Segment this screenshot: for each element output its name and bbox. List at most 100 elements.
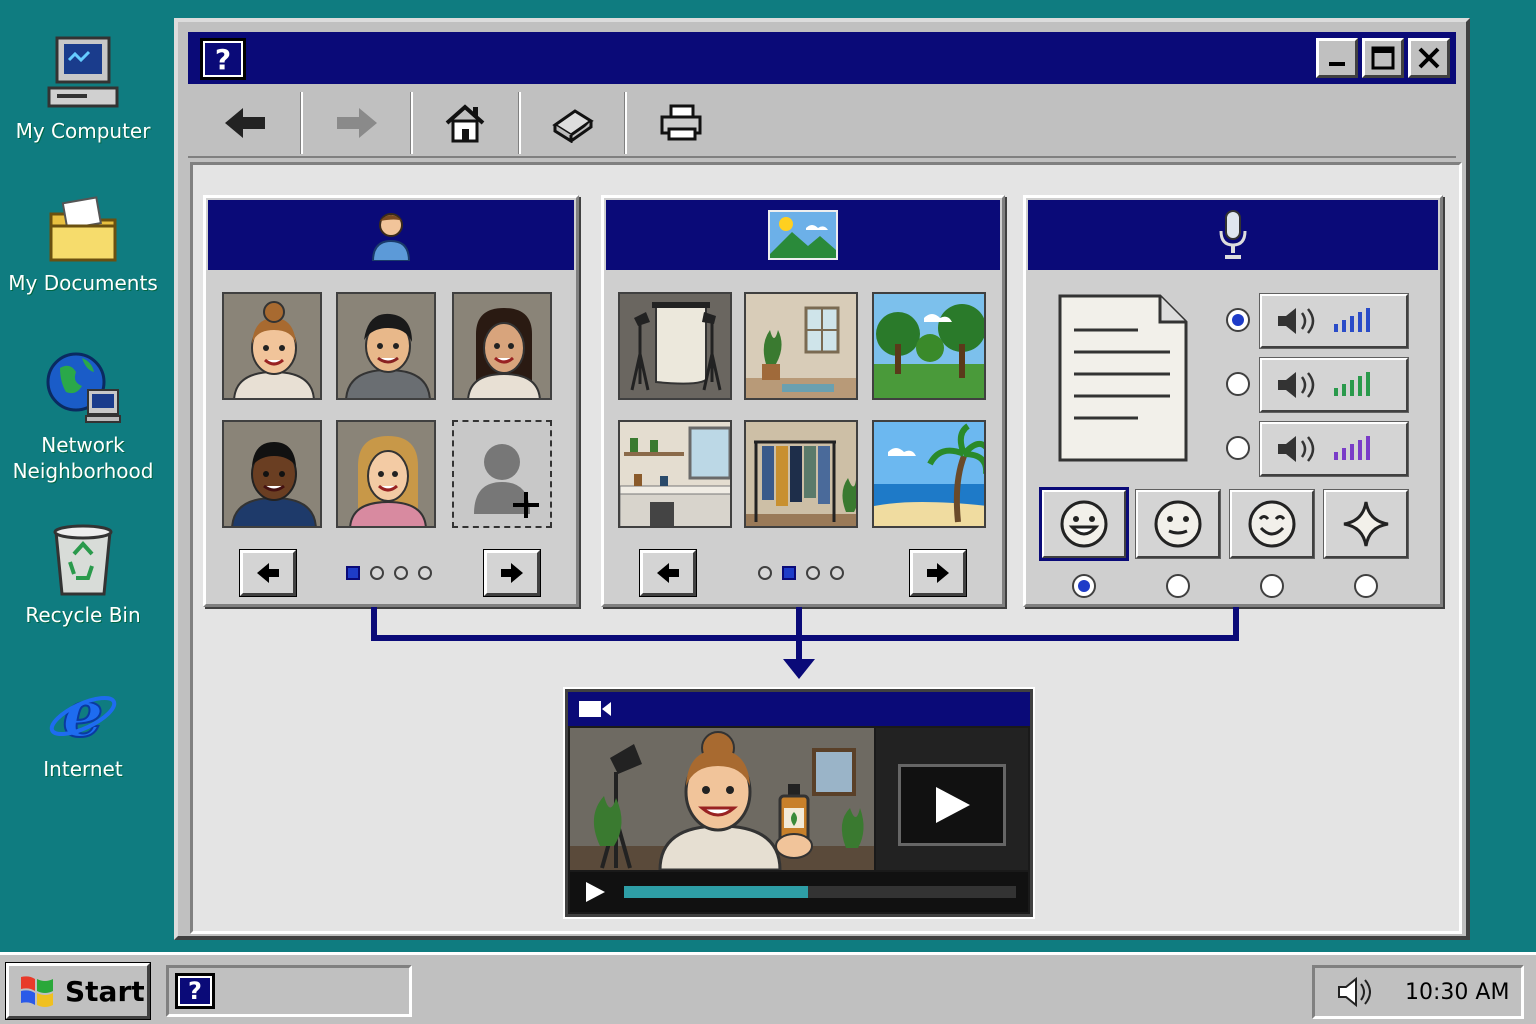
- emotion-neutral-button[interactable]: [1135, 489, 1221, 559]
- volume-icon[interactable]: [1337, 976, 1371, 1008]
- svg-text:e: e: [63, 680, 104, 752]
- page-dot[interactable]: [394, 566, 408, 580]
- windows-logo-icon: [21, 976, 53, 1007]
- page-dot[interactable]: [806, 566, 820, 580]
- title-bar[interactable]: ?: [188, 32, 1456, 84]
- background-next-button[interactable]: [909, 549, 967, 597]
- background-thumb-studio[interactable]: [618, 292, 732, 400]
- close-button[interactable]: [1408, 38, 1450, 78]
- taskbar: Start ? 10:30 AM: [0, 952, 1536, 1024]
- desktop-icon-label: Network Neighborhood: [12, 433, 154, 483]
- microphone-icon: [1219, 210, 1247, 259]
- desktop-icon-recycle-bin[interactable]: Recycle Bin: [8, 522, 158, 628]
- voice-option-2: [1226, 357, 1409, 413]
- voice-level-bars: [1334, 436, 1370, 460]
- add-person-icon: [474, 444, 539, 518]
- page-dot[interactable]: [418, 566, 432, 580]
- voice-radio-1[interactable]: [1226, 308, 1250, 332]
- page-dot[interactable]: [346, 566, 360, 580]
- page-dot[interactable]: [758, 566, 772, 580]
- background-thumb-kitchen[interactable]: [618, 420, 732, 528]
- voice-radio-2[interactable]: [1226, 372, 1250, 396]
- taskbar-window-button[interactable]: ?: [166, 965, 412, 1017]
- video-frame: [570, 728, 874, 870]
- forest-image: [874, 294, 984, 398]
- avatar-thumb-4[interactable]: [222, 420, 322, 528]
- clock[interactable]: 10:30 AM: [1405, 980, 1509, 1005]
- script-document[interactable]: [1058, 294, 1188, 462]
- emotion-smile-button[interactable]: [1229, 489, 1315, 559]
- help-icon: ?: [175, 973, 215, 1009]
- forward-button[interactable]: [312, 94, 402, 152]
- page-dot[interactable]: [782, 566, 796, 580]
- toolbar: [188, 88, 1456, 158]
- start-label: Start: [65, 974, 145, 1008]
- print-button[interactable]: [636, 94, 726, 152]
- emotion-radio-3[interactable]: [1260, 574, 1284, 598]
- desktop-icon-internet[interactable]: e Internet: [8, 680, 158, 782]
- voice-level-bars: [1334, 372, 1370, 396]
- avatar-thumb-2[interactable]: [336, 292, 436, 400]
- background-thumb-forest[interactable]: [872, 292, 986, 400]
- avatar-woman-blonde: [338, 422, 434, 526]
- content-area: [190, 162, 1462, 934]
- voice-level-bars: [1334, 308, 1370, 332]
- play-icon: [936, 787, 970, 823]
- home-button[interactable]: [420, 94, 510, 152]
- speaker-icon: [1278, 436, 1315, 462]
- minimize-button[interactable]: [1316, 38, 1358, 78]
- page-dot[interactable]: [370, 566, 384, 580]
- maximize-button[interactable]: [1362, 38, 1404, 78]
- emotion-radio-1[interactable]: [1072, 574, 1096, 598]
- background-thumb-closet[interactable]: [744, 420, 858, 528]
- desktop-icon-my-computer[interactable]: My Computer: [8, 34, 158, 144]
- minimize-icon: [1329, 62, 1345, 66]
- desktop-icon-my-documents[interactable]: My Documents: [8, 194, 158, 296]
- avatar-next-button[interactable]: [483, 549, 541, 597]
- avatar-page-dots: [346, 566, 432, 580]
- speaker-icon: [1278, 308, 1315, 334]
- internet-explorer-icon: e: [49, 680, 117, 752]
- printer-icon: [660, 104, 702, 141]
- video-controls: [570, 872, 1028, 912]
- emotion-sparkle-button[interactable]: [1323, 489, 1409, 559]
- help-icon[interactable]: ?: [200, 38, 246, 80]
- back-button[interactable]: [200, 94, 290, 152]
- emotion-radio-2[interactable]: [1166, 574, 1190, 598]
- connector-center: [796, 607, 802, 663]
- clothing-rack-image: [746, 422, 856, 526]
- video-frame-image: [570, 728, 874, 870]
- desktop-icon-network-neighborhood[interactable]: Network Neighborhood: [8, 348, 158, 484]
- avatar-thumb-1[interactable]: [222, 292, 322, 400]
- avatar-woman-bun: [224, 294, 320, 398]
- desktop-icon-label: My Documents: [8, 271, 158, 295]
- book-button[interactable]: [528, 94, 618, 152]
- avatar-thumb-3[interactable]: [452, 292, 552, 400]
- play-overlay-button[interactable]: [898, 764, 1006, 846]
- background-prev-button[interactable]: [639, 549, 697, 597]
- neutral-face-icon: [1154, 500, 1202, 548]
- happy-face-icon: [1060, 500, 1108, 548]
- avatar-prev-button[interactable]: [239, 549, 297, 597]
- start-button[interactable]: Start: [5, 962, 151, 1020]
- avatar-thumb-5[interactable]: [336, 420, 436, 528]
- video-progress-bar[interactable]: [624, 886, 1016, 898]
- page-dot[interactable]: [830, 566, 844, 580]
- voice-radio-3[interactable]: [1226, 436, 1250, 460]
- home-icon: [445, 104, 485, 143]
- connector-arrowhead: [783, 659, 815, 679]
- video-preview: [563, 687, 1035, 919]
- video-preview-header: [568, 692, 1030, 726]
- voice-preview-button-2[interactable]: [1259, 357, 1409, 413]
- play-button[interactable]: [584, 881, 606, 903]
- right-arrow-icon: [927, 563, 949, 583]
- avatar-woman-long-hair: [454, 294, 550, 398]
- emotion-happy-button[interactable]: [1039, 487, 1129, 561]
- add-avatar-slot[interactable]: [452, 420, 552, 528]
- voice-preview-button-3[interactable]: [1259, 421, 1409, 477]
- background-thumb-room[interactable]: [744, 292, 858, 400]
- voice-preview-button-1[interactable]: [1259, 293, 1409, 349]
- background-thumb-beach[interactable]: [872, 420, 986, 528]
- emotion-radio-4[interactable]: [1354, 574, 1378, 598]
- connector-horizontal: [371, 635, 1239, 641]
